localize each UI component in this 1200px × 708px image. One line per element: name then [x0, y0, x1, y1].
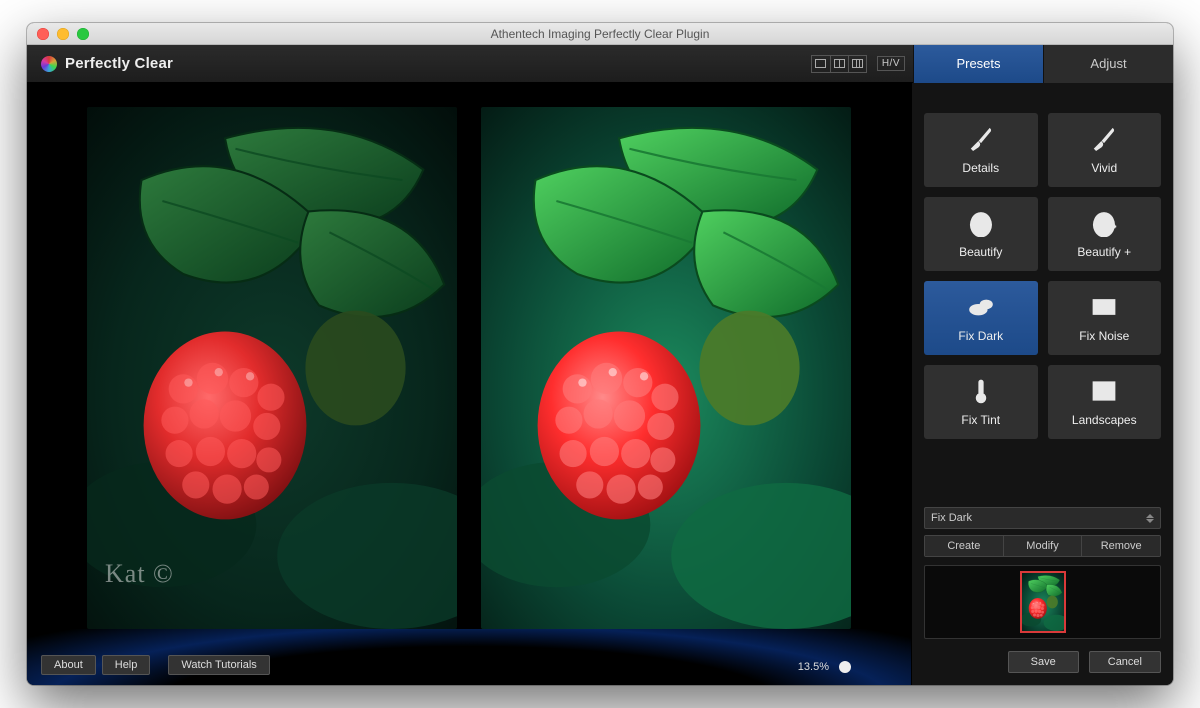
- preset-select-value: Fix Dark: [931, 512, 972, 524]
- preset-grid: Details Vivid Beautify Beautify + Fix Da…: [912, 83, 1173, 449]
- save-button[interactable]: Save: [1008, 651, 1079, 673]
- viewport-layout-segment[interactable]: [811, 55, 867, 73]
- tutorials-button[interactable]: Watch Tutorials: [168, 655, 269, 675]
- preset-actions-segment: Create Modify Remove: [924, 535, 1161, 557]
- thermometer-icon: [967, 377, 995, 405]
- app-window: Athentech Imaging Perfectly Clear Plugin…: [27, 23, 1173, 685]
- preset-beautify[interactable]: Beautify: [924, 197, 1038, 271]
- preview-after[interactable]: [481, 107, 851, 629]
- about-button[interactable]: About: [41, 655, 96, 675]
- cancel-button[interactable]: Cancel: [1089, 651, 1161, 673]
- noise-icon: [1090, 293, 1118, 321]
- preset-label: Fix Noise: [1079, 329, 1129, 343]
- close-dot[interactable]: [37, 28, 49, 40]
- preset-landscapes[interactable]: Landscapes: [1048, 365, 1162, 439]
- minimize-dot[interactable]: [57, 28, 69, 40]
- modify-button[interactable]: Modify: [1003, 536, 1082, 556]
- watermark-text: Kat ©: [105, 559, 174, 589]
- zoom-control[interactable]: 13.5%: [798, 661, 851, 673]
- clouds-icon: [967, 293, 995, 321]
- preset-vivid[interactable]: Vivid: [1048, 113, 1162, 187]
- preset-fix-dark[interactable]: Fix Dark: [924, 281, 1038, 355]
- triple-view-icon[interactable]: [848, 56, 866, 72]
- preset-label: Landscapes: [1072, 413, 1137, 427]
- hv-toggle[interactable]: H/V: [877, 56, 905, 71]
- preset-fix-noise[interactable]: Fix Noise: [1048, 281, 1162, 355]
- preset-label: Beautify +: [1077, 245, 1131, 259]
- tab-presets[interactable]: Presets: [913, 45, 1043, 83]
- mac-titlebar: Athentech Imaging Perfectly Clear Plugin: [27, 23, 1173, 45]
- brand: Perfectly Clear: [41, 55, 173, 72]
- preset-details[interactable]: Details: [924, 113, 1038, 187]
- stepper-icon: [1146, 514, 1154, 523]
- mountains-icon: [1090, 377, 1118, 405]
- mode-tabs: Presets Adjust: [913, 45, 1173, 83]
- preview-stage: Kat © About Help Watch Tutorials 13.5%: [27, 83, 911, 685]
- brush-icon: [967, 125, 995, 153]
- split-view-icon[interactable]: [830, 56, 848, 72]
- view-controls: H/V: [811, 55, 913, 73]
- sidebar: Details Vivid Beautify Beautify + Fix Da…: [911, 83, 1173, 685]
- preset-label: Beautify: [959, 245, 1002, 259]
- zoom-slider-thumb-icon[interactable]: [839, 661, 851, 673]
- help-button[interactable]: Help: [102, 655, 151, 675]
- stage-footer: About Help Watch Tutorials 13.5%: [27, 629, 911, 685]
- preset-select[interactable]: Fix Dark: [924, 507, 1161, 529]
- thumbnail-strip: [924, 565, 1161, 639]
- preset-fix-tint[interactable]: Fix Tint: [924, 365, 1038, 439]
- preview-before[interactable]: Kat ©: [87, 107, 457, 629]
- create-button[interactable]: Create: [925, 536, 1003, 556]
- preset-label: Details: [962, 161, 999, 175]
- window-title: Athentech Imaging Perfectly Clear Plugin: [27, 27, 1173, 41]
- brand-name: Perfectly Clear: [65, 55, 173, 72]
- preset-label: Fix Dark: [958, 329, 1003, 343]
- remove-button[interactable]: Remove: [1081, 536, 1160, 556]
- preview-row: Kat ©: [27, 83, 911, 629]
- app-logo-icon: [41, 56, 57, 72]
- face-icon: [967, 209, 995, 237]
- traffic-lights: [27, 28, 89, 40]
- app-header: Perfectly Clear H/V Presets Adjust: [27, 45, 1173, 83]
- zoom-dot[interactable]: [77, 28, 89, 40]
- single-view-icon[interactable]: [812, 56, 830, 72]
- zoom-value: 13.5%: [798, 661, 829, 673]
- preset-label: Vivid: [1091, 161, 1117, 175]
- thumbnail-selected[interactable]: [1020, 571, 1066, 633]
- brush-icon: [1090, 125, 1118, 153]
- tab-adjust[interactable]: Adjust: [1043, 45, 1173, 83]
- preset-beautify-plus[interactable]: Beautify +: [1048, 197, 1162, 271]
- preset-label: Fix Tint: [961, 413, 1000, 427]
- face-plus-icon: [1090, 209, 1118, 237]
